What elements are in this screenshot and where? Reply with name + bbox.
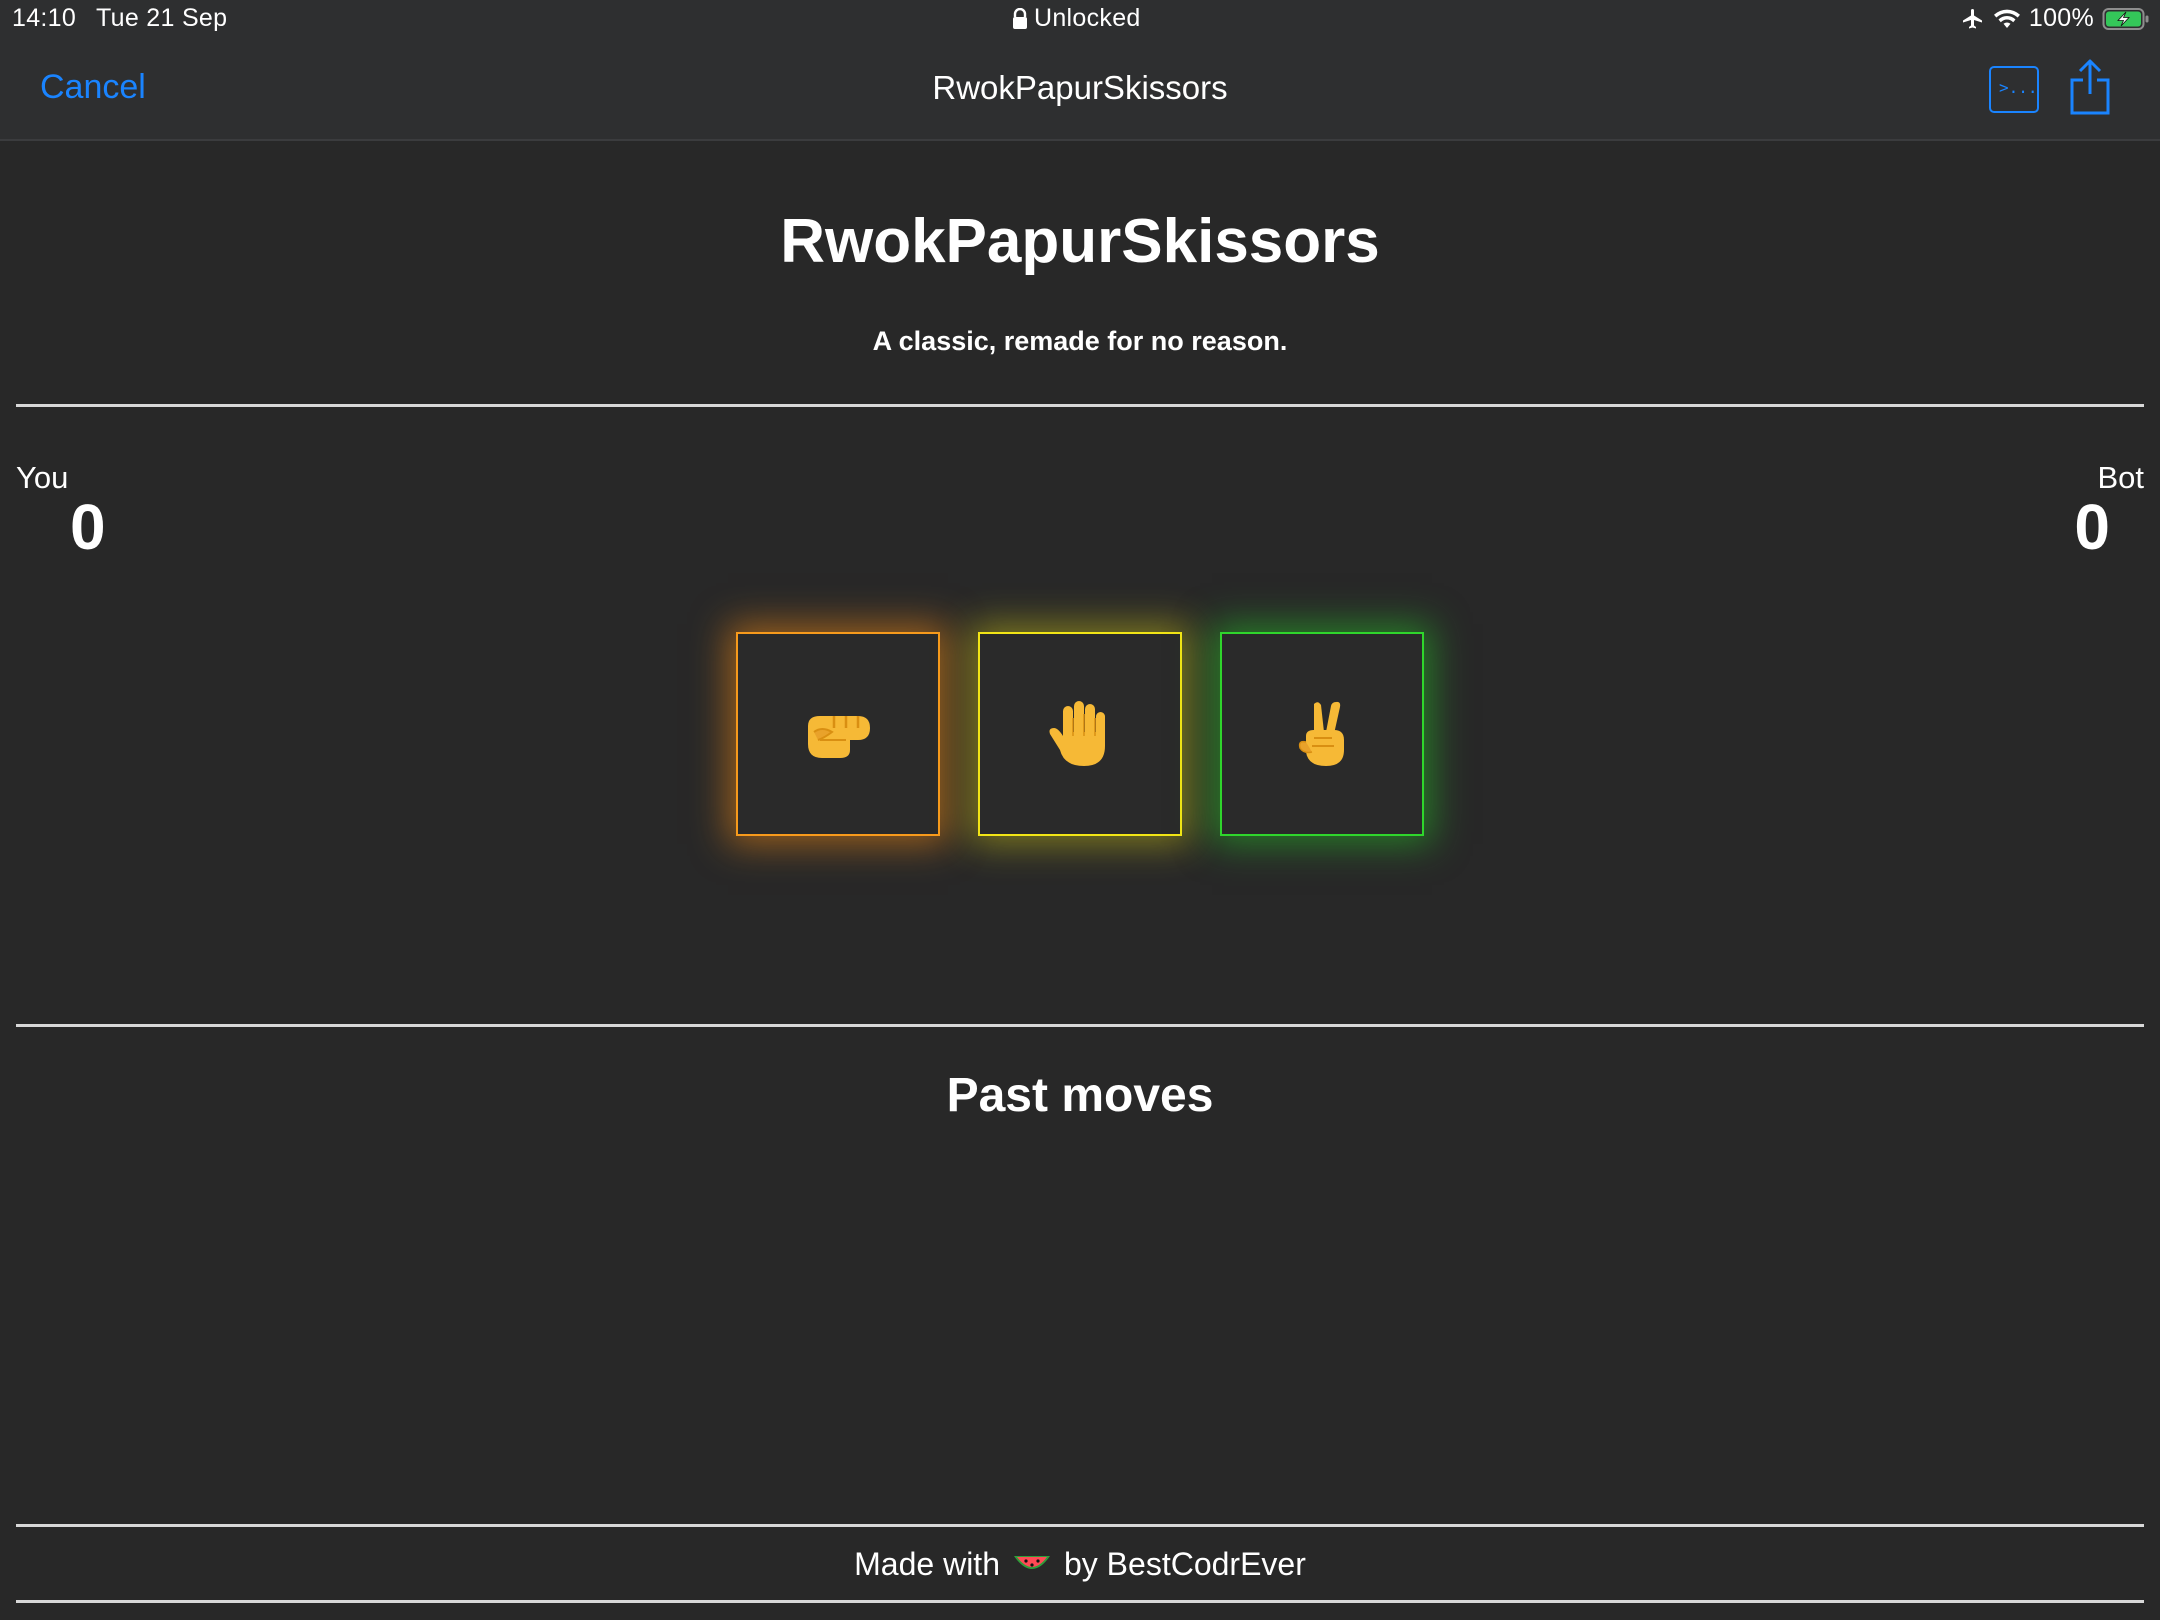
victory-hand-icon (1298, 701, 1344, 766)
player-score: 0 (70, 491, 106, 563)
divider-footer-bottom (16, 1600, 2144, 1603)
divider-middle (16, 1024, 2144, 1027)
footer-prefix: Made with (854, 1546, 1000, 1582)
wifi-icon (1993, 9, 2020, 28)
game-title: RwokPapurSkissors (780, 207, 1380, 276)
status-date: Tue 21 Sep (96, 4, 228, 32)
past-moves-title: Past moves (946, 1069, 1214, 1122)
status-time: 14:10 (12, 4, 77, 32)
share-button[interactable] (2068, 58, 2112, 116)
player-score-label: You (16, 460, 69, 495)
battery-charging-icon (2102, 7, 2149, 30)
nav-title: RwokPapurSkissors (932, 69, 1228, 106)
raised-hand-icon (1049, 701, 1105, 766)
bot-score: 0 (2074, 491, 2110, 563)
past-moves-list (16, 1140, 2144, 1520)
footer: Made with by BestCodrEver (0, 1546, 2160, 1583)
rock-button[interactable] (736, 632, 940, 836)
footer-suffix: by BestCodrEver (1063, 1546, 1306, 1582)
share-icon (2070, 59, 2110, 115)
divider-top (16, 404, 2144, 407)
game-subtitle: A classic, remade for no reason. (872, 326, 1288, 356)
scissors-button[interactable] (1220, 632, 1424, 836)
terminal-icon: >... (1999, 78, 2038, 97)
airplane-icon (1962, 8, 1982, 28)
lock-status-text: Unlocked (1034, 4, 1141, 32)
battery-percentage: 100% (2028, 4, 2094, 32)
status-bar: 14:10 Tue 21 Sep Unlocked 100% (0, 0, 2160, 40)
watermelon-icon (1013, 1555, 1050, 1569)
paper-button[interactable] (978, 632, 1182, 836)
status-lock: Unlocked (1012, 4, 1141, 33)
divider-footer-top (16, 1524, 2144, 1527)
nav-bar: Cancel RwokPapurSkissors >... (0, 40, 2160, 141)
terminal-button[interactable]: >... (1989, 66, 2039, 113)
lock-icon (1013, 7, 1027, 29)
status-indicators: 100% (1961, 4, 2150, 33)
fist-icon (808, 716, 870, 758)
